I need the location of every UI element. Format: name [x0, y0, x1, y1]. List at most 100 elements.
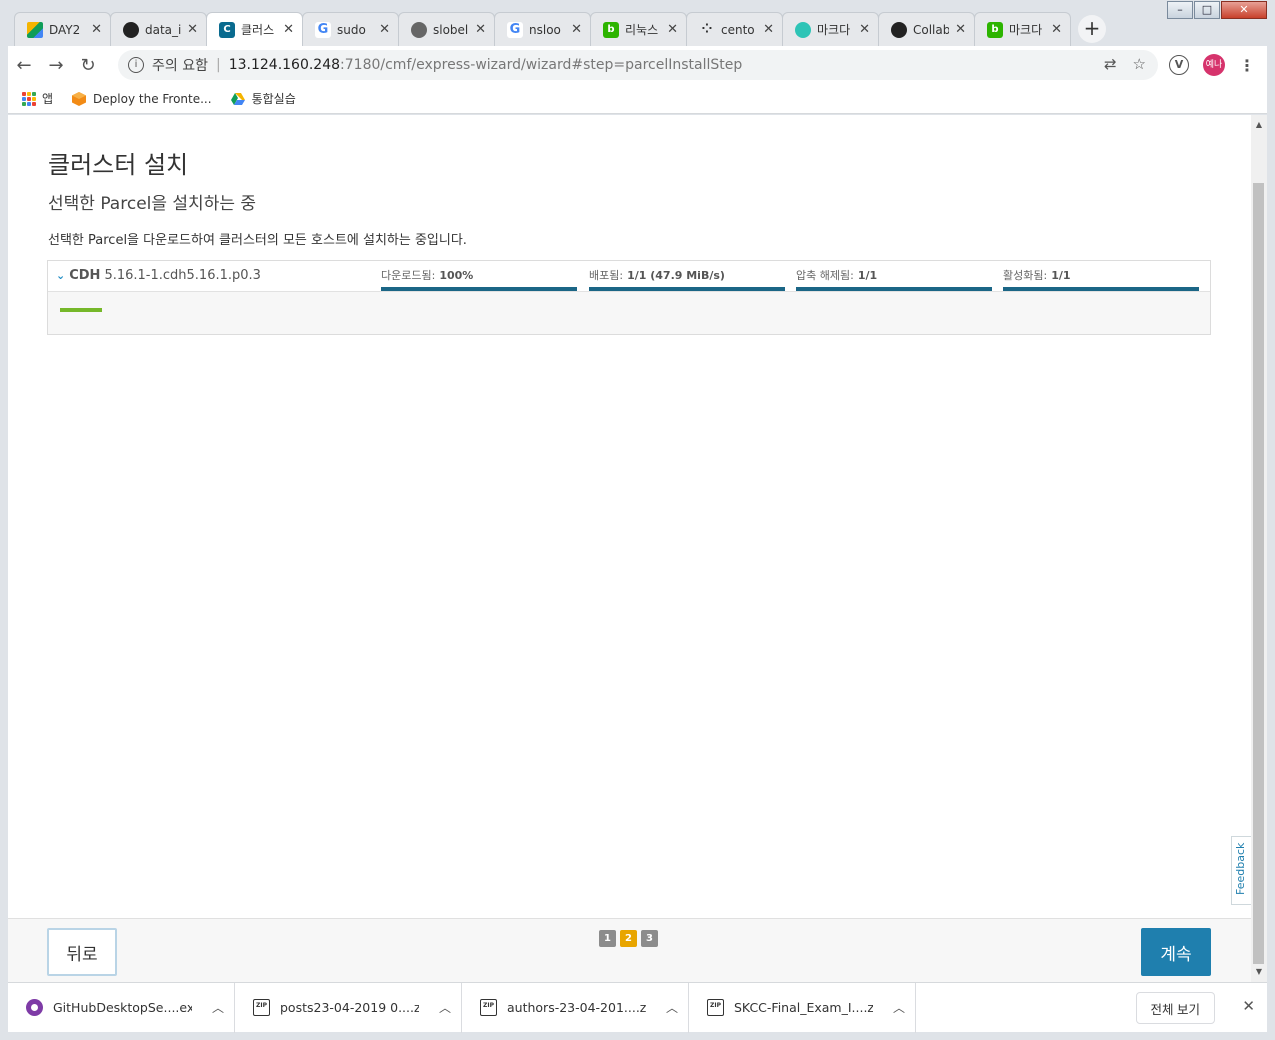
chevron-up-icon[interactable]: ︿ [429, 999, 461, 1016]
tab-title: 리눅스 [625, 23, 659, 37]
tab-strip: DAY2 ✕ data_i ✕ C 클러스 ✕ Gsudo ✕ slobel ✕ Gnsloo ✕ b 리눅… [14, 12, 1106, 46]
chevron-up-icon[interactable]: ︿ [202, 999, 234, 1016]
tab-close-icon[interactable]: ✕ [379, 22, 390, 37]
window-controls: – □ ✕ [1167, 1, 1267, 19]
zip-icon: ZIP [253, 999, 270, 1016]
apps-grid-icon [22, 91, 36, 106]
tab-close-icon[interactable]: ✕ [283, 22, 294, 37]
green-circle-icon [795, 21, 811, 38]
browser-tab[interactable]: b 리눅스 ✕ [590, 12, 687, 46]
download-item[interactable]: ZIP authors-23-04-201....zip ︿ [462, 982, 689, 1033]
zip-icon: ZIP [707, 999, 724, 1016]
browser-tab[interactable]: DAY2 ✕ [14, 12, 111, 46]
browser-tab[interactable]: Collab ✕ [878, 12, 975, 46]
continue-button[interactable]: 계속 [1141, 928, 1211, 976]
maximize-button[interactable]: □ [1194, 1, 1220, 19]
address-separator: | [215, 57, 221, 73]
scroll-down-icon[interactable]: ▼ [1251, 964, 1267, 980]
stage-progress-fill [1003, 287, 1199, 291]
menu-dots-icon[interactable]: ⋮ [1239, 56, 1255, 75]
naver-blog-icon: b [987, 21, 1003, 38]
tab-title: sudo [337, 22, 366, 37]
download-filename: SKCC-Final_Exam_I....zip [734, 1000, 873, 1015]
download-item[interactable]: ZIP posts23-04-2019 0....z... ︿ [235, 982, 462, 1033]
bookmark-star-icon[interactable]: ☆ [1133, 55, 1146, 73]
address-bar[interactable]: i 주의 요함 | 13.124.160.248 :7180/cmf/expre… [118, 50, 1158, 80]
browser-tab[interactable]: ⁘ cento ✕ [686, 12, 783, 46]
bookmark-deploy[interactable]: Deploy the Fronte... [71, 91, 212, 107]
close-icon[interactable]: ✕ [1242, 997, 1255, 1015]
stage-progress-fill [381, 287, 577, 291]
close-window-button[interactable]: ✕ [1221, 1, 1267, 19]
tab-close-icon[interactable]: ✕ [187, 22, 198, 37]
parcel-toggle[interactable]: ⌄ CDH 5.16.1-1.cdh5.16.1.p0.3 [56, 268, 261, 283]
host-progress-bar [60, 308, 102, 312]
stage-progress-bar [381, 287, 577, 291]
browser-tab[interactable]: C 클러스 ✕ [206, 12, 303, 46]
forward-nav-icon[interactable]: → [40, 55, 72, 76]
tab-close-icon[interactable]: ✕ [763, 22, 774, 37]
bookmarks-bar: 앱 Deploy the Fronte... 통합실습 [8, 84, 1267, 114]
download-item[interactable]: GitHubDesktopSe....exe ︿ [8, 982, 235, 1033]
url-host: 13.124.160.248 [228, 57, 341, 73]
download-filename: GitHubDesktopSe....exe [53, 1000, 192, 1015]
step-badge: 2 [620, 930, 637, 947]
browser-tab[interactable]: Gnsloo ✕ [494, 12, 591, 46]
github-icon [891, 21, 907, 38]
reload-icon[interactable]: ↻ [72, 55, 104, 76]
browser-window: – □ ✕ DAY2 ✕ data_i ✕ C 클러스 ✕ Gsudo ✕ slobel ✕ Gnsl… [0, 0, 1275, 1040]
zip-icon: ZIP [480, 999, 497, 1016]
scroll-thumb[interactable] [1253, 183, 1264, 964]
stage-value: 1/1 [1051, 269, 1071, 282]
tab-close-icon[interactable]: ✕ [91, 22, 102, 37]
browser-tab[interactable]: data_i ✕ [110, 12, 207, 46]
tab-close-icon[interactable]: ✕ [475, 22, 486, 37]
bookmark-integration[interactable]: 통합실습 [230, 90, 296, 107]
tab-title: slobel [433, 22, 469, 37]
tab-close-icon[interactable]: ✕ [667, 22, 678, 37]
feedback-tab[interactable]: Feedback [1231, 836, 1251, 905]
stage-progress-bar [796, 287, 992, 291]
google-icon: G [315, 21, 331, 38]
parcel-stage: 배포됨: 1/1 (47.9 MiB/s) [589, 267, 785, 291]
stage-label: 압축 해제됨: [796, 269, 854, 282]
show-all-downloads-button[interactable]: 전체 보기 [1135, 992, 1215, 1024]
back-nav-icon[interactable]: ← [8, 55, 40, 76]
dots-icon: ⁘ [701, 22, 713, 37]
browser-tab[interactable]: Gsudo ✕ [302, 12, 399, 46]
tab-close-icon[interactable]: ✕ [1051, 22, 1062, 37]
chevron-up-icon[interactable]: ︿ [883, 999, 915, 1016]
page-description: 선택한 Parcel을 다운로드하여 클러스터의 모든 호스트에 설치하는 중입… [48, 233, 467, 248]
browser-tab[interactable]: slobel ✕ [398, 12, 495, 46]
tab-title: cento [721, 22, 755, 37]
minimize-button[interactable]: – [1167, 1, 1193, 19]
browser-tab[interactable]: b 마크다 ✕ [974, 12, 1071, 46]
avatar[interactable]: 예나 [1203, 54, 1225, 76]
chevron-up-icon[interactable]: ︿ [656, 999, 688, 1016]
google-drive-icon [27, 21, 43, 38]
browser-tab[interactable]: 마크다 ✕ [782, 12, 879, 46]
tab-close-icon[interactable]: ✕ [859, 22, 870, 37]
stage-label: 활성화됨: [1003, 269, 1048, 282]
new-tab-button[interactable]: + [1078, 15, 1106, 43]
tab-title: 마크다 [1009, 23, 1043, 37]
naver-blog-icon: b [603, 21, 619, 38]
omnibox-actions: ⇄ ☆ [1104, 55, 1146, 73]
translate-icon[interactable]: ⇄ [1104, 55, 1117, 73]
stage-label: 다운로드됨: [381, 269, 436, 282]
tab-close-icon[interactable]: ✕ [571, 22, 582, 37]
tab-close-icon[interactable]: ✕ [955, 22, 966, 37]
extension-v-icon[interactable]: V [1169, 55, 1189, 75]
info-icon[interactable]: i [128, 57, 144, 73]
page-scrollbar[interactable]: ▲ ▼ [1251, 115, 1267, 982]
step-badge: 1 [599, 930, 616, 947]
google-drive-icon [230, 92, 245, 105]
stage-value: 1/1 (47.9 MiB/s) [627, 269, 725, 282]
scroll-up-icon[interactable]: ▲ [1251, 117, 1267, 133]
step-badge: 3 [641, 930, 658, 947]
download-filename: authors-23-04-201....zip [507, 1000, 646, 1015]
back-button[interactable]: 뒤로 [47, 928, 117, 976]
download-item[interactable]: ZIP SKCC-Final_Exam_I....zip ︿ [689, 982, 916, 1033]
bookmark-apps[interactable]: 앱 [22, 90, 53, 107]
stage-progress-fill [589, 287, 785, 291]
